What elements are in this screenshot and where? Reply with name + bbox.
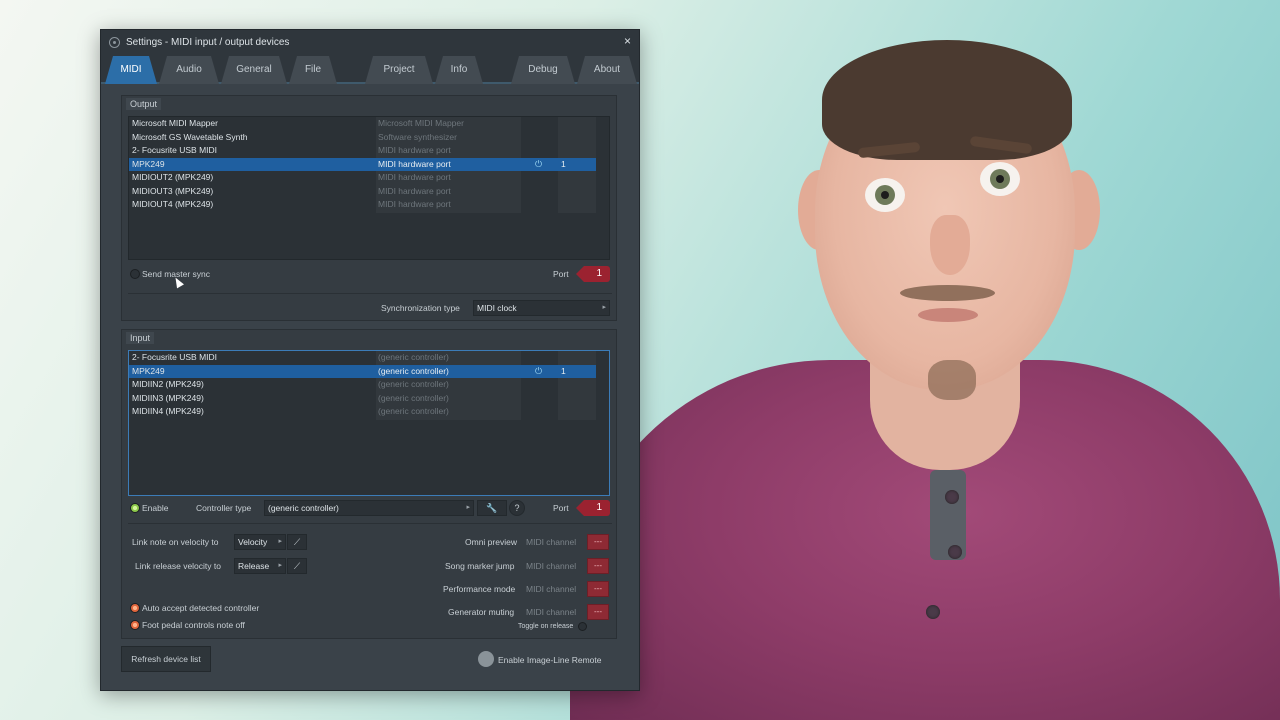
mouth bbox=[918, 308, 978, 322]
shirt-button bbox=[926, 605, 940, 619]
midi-channel-label: MIDI channel bbox=[526, 607, 577, 617]
enable-radio[interactable] bbox=[130, 503, 140, 513]
foot-pedal-label: Foot pedal controls note off bbox=[142, 620, 245, 630]
settings-dialog: Settings - MIDI input / output devices ×… bbox=[100, 29, 640, 691]
midi-channel-label: MIDI channel bbox=[526, 537, 577, 547]
performance-mode-channel[interactable]: --- bbox=[587, 581, 609, 597]
tab-file[interactable]: File bbox=[289, 56, 337, 84]
input-device-row[interactable]: MIDIIN2 (MPK249) (generic controller) bbox=[129, 378, 609, 392]
output-device-row[interactable]: 2- Focusrite USB MIDI MIDI hardware port bbox=[129, 144, 609, 158]
input-device-row[interactable]: MIDIIN4 (MPK249) (generic controller) bbox=[129, 405, 609, 419]
title-bar[interactable]: Settings - MIDI input / output devices × bbox=[101, 30, 639, 54]
mustache bbox=[900, 285, 995, 301]
tab-audio[interactable]: Audio bbox=[159, 56, 219, 84]
curve-icon[interactable]: ⟋ bbox=[287, 558, 307, 574]
output-port-selector[interactable]: 1 bbox=[576, 266, 610, 282]
help-button[interactable]: ? bbox=[509, 500, 525, 516]
link-note-label: Link note on velocity to bbox=[132, 537, 219, 547]
chevron-right-icon: ▸ bbox=[466, 504, 470, 511]
output-label: Output bbox=[126, 98, 162, 110]
input-port-label: Port bbox=[553, 503, 569, 513]
tab-bar: MIDI Audio General File Project Info Deb… bbox=[101, 54, 639, 84]
nose bbox=[930, 215, 970, 275]
tab-project[interactable]: Project bbox=[365, 56, 433, 84]
input-device-row[interactable]: MIDIIN3 (MPK249) (generic controller) bbox=[129, 392, 609, 406]
song-marker-channel[interactable]: --- bbox=[587, 558, 609, 574]
eye bbox=[865, 178, 905, 212]
input-device-list[interactable]: 2- Focusrite USB MIDI (generic controlle… bbox=[128, 350, 610, 496]
power-icon[interactable]: ⏻ bbox=[535, 365, 542, 379]
tab-general[interactable]: General bbox=[221, 56, 287, 84]
image-line-remote-icon bbox=[478, 651, 494, 667]
input-panel: Input 2- Focusrite USB MIDI (generic con… bbox=[121, 329, 617, 639]
send-master-sync-radio[interactable] bbox=[130, 269, 140, 279]
controller-type-label: Controller type bbox=[196, 503, 252, 513]
enable-remote-label[interactable]: Enable Image-Line Remote bbox=[498, 655, 601, 665]
chevron-right-icon: ▸ bbox=[278, 538, 282, 545]
input-device-row-selected[interactable]: MPK249 (generic controller) ⏻ 1 bbox=[129, 364, 596, 379]
generator-muting-label: Generator muting bbox=[448, 607, 515, 617]
power-icon[interactable]: ⏻ bbox=[535, 158, 542, 172]
toggle-on-release-label: Toggle on release bbox=[518, 623, 574, 630]
link-release-dropdown[interactable]: Release ▸ bbox=[234, 558, 286, 574]
output-device-row[interactable]: Microsoft MIDI Mapper Microsoft MIDI Map… bbox=[129, 117, 609, 131]
performance-mode-label: Performance mode bbox=[443, 584, 516, 594]
input-device-row[interactable]: 2- Focusrite USB MIDI (generic controlle… bbox=[129, 351, 609, 365]
input-port-selector[interactable]: 1 bbox=[576, 500, 610, 516]
tab-debug[interactable]: Debug bbox=[511, 56, 575, 84]
link-note-dropdown[interactable]: Velocity ▸ bbox=[234, 534, 286, 550]
tab-info[interactable]: Info bbox=[435, 56, 483, 84]
output-device-list[interactable]: Microsoft MIDI Mapper Microsoft MIDI Map… bbox=[128, 116, 610, 260]
auto-accept-radio[interactable] bbox=[130, 603, 140, 613]
foot-pedal-radio[interactable] bbox=[130, 620, 140, 630]
tab-about[interactable]: About bbox=[577, 56, 637, 84]
window-title: Settings - MIDI input / output devices bbox=[126, 36, 290, 48]
chevron-right-icon: ▸ bbox=[278, 562, 282, 569]
song-marker-jump-label: Song marker jump bbox=[445, 561, 515, 571]
auto-accept-label: Auto accept detected controller bbox=[142, 603, 260, 613]
app-icon bbox=[109, 36, 120, 48]
toggle-on-release-radio[interactable] bbox=[578, 622, 587, 631]
eye bbox=[980, 162, 1020, 196]
close-icon[interactable]: × bbox=[624, 34, 631, 48]
shirt-button bbox=[945, 490, 959, 504]
sync-type-label: Synchronization type bbox=[381, 303, 460, 313]
sync-type-dropdown[interactable]: MIDI clock ▸ bbox=[473, 300, 610, 316]
output-device-row[interactable]: MIDIOUT2 (MPK249) MIDI hardware port bbox=[129, 171, 609, 185]
refresh-device-list-button[interactable]: Refresh device list bbox=[121, 646, 211, 672]
shirt-placket bbox=[930, 470, 966, 560]
goatee bbox=[928, 360, 976, 400]
output-panel: Output Microsoft MIDI Mapper Microsoft M… bbox=[121, 95, 617, 321]
output-device-row[interactable]: Microsoft GS Wavetable Synth Software sy… bbox=[129, 131, 609, 145]
shirt-button bbox=[948, 545, 962, 559]
omni-preview-label: Omni preview bbox=[465, 537, 517, 547]
input-label: Input bbox=[126, 332, 155, 344]
curve-icon[interactable]: ⟋ bbox=[287, 534, 307, 550]
controller-type-dropdown[interactable]: (generic controller) ▸ bbox=[264, 500, 474, 516]
person-background bbox=[560, 0, 1280, 720]
tab-midi[interactable]: MIDI bbox=[105, 56, 157, 84]
chevron-right-icon: ▸ bbox=[602, 304, 606, 311]
enable-label: Enable bbox=[142, 503, 169, 513]
output-device-row-selected[interactable]: MPK249 MIDI hardware port ⏻ 1 bbox=[129, 157, 596, 172]
wrench-icon[interactable]: 🔧 bbox=[477, 500, 507, 516]
midi-channel-label: MIDI channel bbox=[526, 584, 577, 594]
output-device-row[interactable]: MIDIOUT4 (MPK249) MIDI hardware port bbox=[129, 198, 609, 212]
link-release-label: Link release velocity to bbox=[135, 561, 221, 571]
midi-channel-label: MIDI channel bbox=[526, 561, 577, 571]
output-port-label: Port bbox=[553, 269, 569, 279]
generator-muting-channel[interactable]: --- bbox=[587, 604, 609, 620]
omni-preview-channel[interactable]: --- bbox=[587, 534, 609, 550]
hair bbox=[822, 40, 1072, 160]
output-device-row[interactable]: MIDIOUT3 (MPK249) MIDI hardware port bbox=[129, 185, 609, 199]
